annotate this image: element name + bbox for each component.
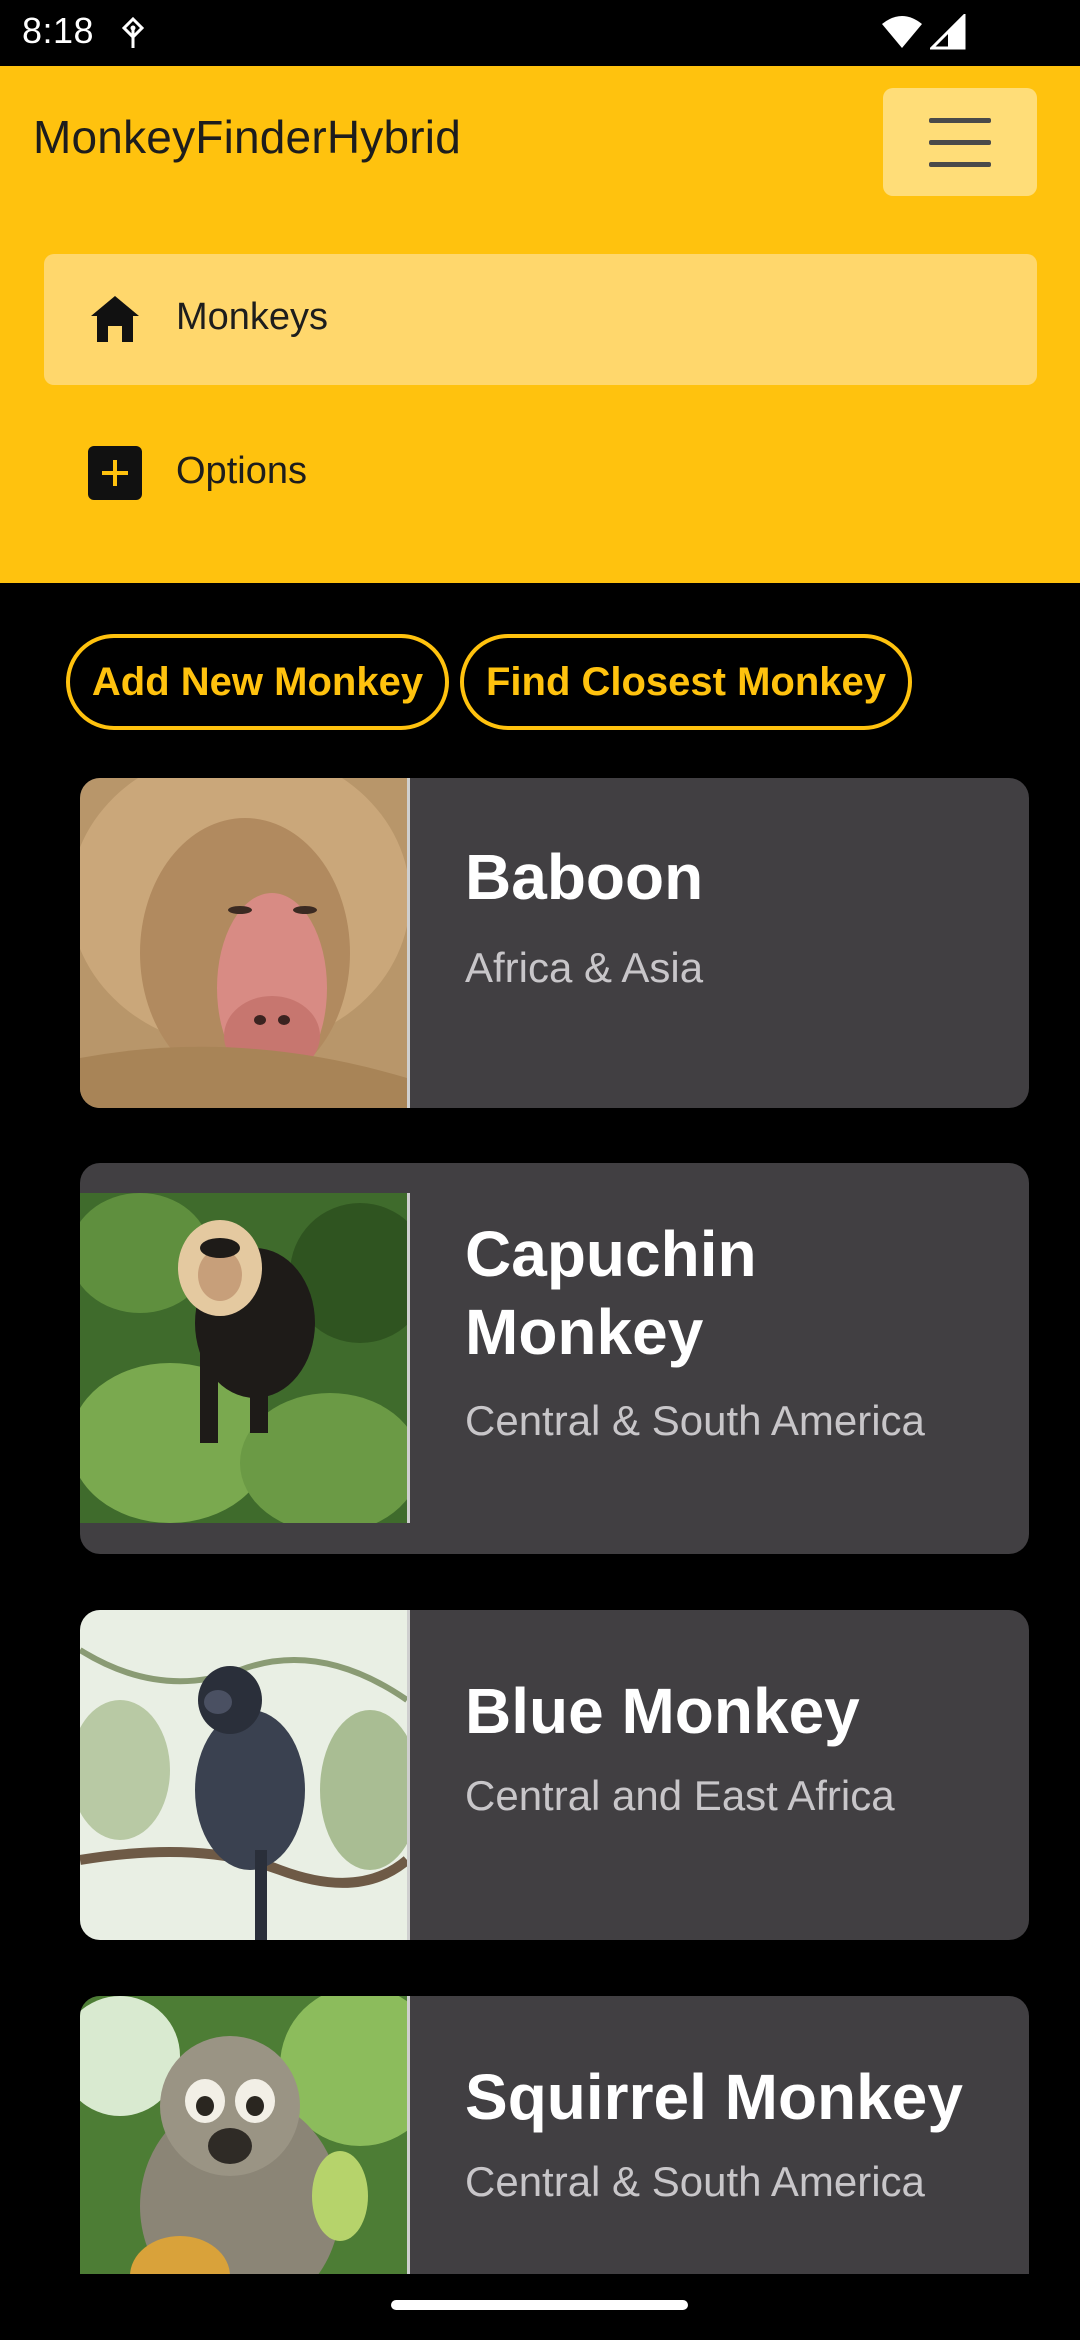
nav-item-label: Monkeys	[176, 296, 329, 338]
gesture-navigation-bar[interactable]	[391, 2300, 688, 2310]
hamburger-menu-button[interactable]	[883, 88, 1037, 196]
hamburger-menu-icon-bar	[929, 162, 991, 167]
home-icon	[91, 296, 139, 342]
status-time: 8:18	[22, 10, 95, 51]
monkey-card[interactable]: Blue Monkey Central and East Africa	[80, 1610, 1029, 1940]
monkey-name: Capuchin Monkey	[465, 1218, 757, 1368]
wifi-icon	[882, 16, 922, 48]
app-title: MonkeyFinderHybrid	[33, 111, 461, 163]
plus-square-icon	[88, 446, 142, 500]
monkey-photo	[80, 1996, 407, 2274]
card-divider	[407, 1610, 410, 1940]
monkey-name: Blue Monkey	[465, 1675, 860, 1747]
card-divider	[407, 1996, 410, 2274]
find-closest-monkey-button[interactable]: Find Closest Monkey	[460, 634, 912, 730]
nav-item-options[interactable]: Options	[44, 408, 1037, 539]
monkey-card[interactable]: Capuchin Monkey Central & South America	[80, 1163, 1029, 1554]
usb-debug-icon	[121, 16, 145, 48]
monkey-photo	[80, 1193, 407, 1523]
monkey-card[interactable]: Baboon Africa & Asia	[80, 778, 1029, 1108]
hamburger-menu-icon-bar	[929, 140, 991, 145]
cell-signal-icon	[930, 14, 966, 50]
monkey-photo	[80, 778, 407, 1108]
monkey-name: Baboon	[465, 841, 704, 913]
status-bar: 8:18	[0, 0, 1080, 66]
card-divider	[407, 778, 410, 1108]
monkey-location: Central & South America	[465, 2158, 925, 2205]
add-new-monkey-button[interactable]: Add New Monkey	[66, 634, 449, 730]
monkey-name: Squirrel Monkey	[465, 2061, 963, 2133]
hamburger-menu-icon	[929, 118, 991, 123]
monkey-photo	[80, 1610, 407, 1940]
app-header: MonkeyFinderHybrid Monkeys Options	[0, 66, 1080, 583]
nav-item-monkeys[interactable]: Monkeys	[44, 254, 1037, 385]
monkey-location: Central and East Africa	[465, 1772, 895, 1819]
card-divider	[407, 1193, 410, 1523]
monkey-card[interactable]: Squirrel Monkey Central & South America	[80, 1996, 1029, 2274]
nav-item-label: Options	[176, 450, 307, 492]
monkey-location: Africa & Asia	[465, 944, 704, 991]
monkey-location: Central & South America	[465, 1397, 925, 1444]
